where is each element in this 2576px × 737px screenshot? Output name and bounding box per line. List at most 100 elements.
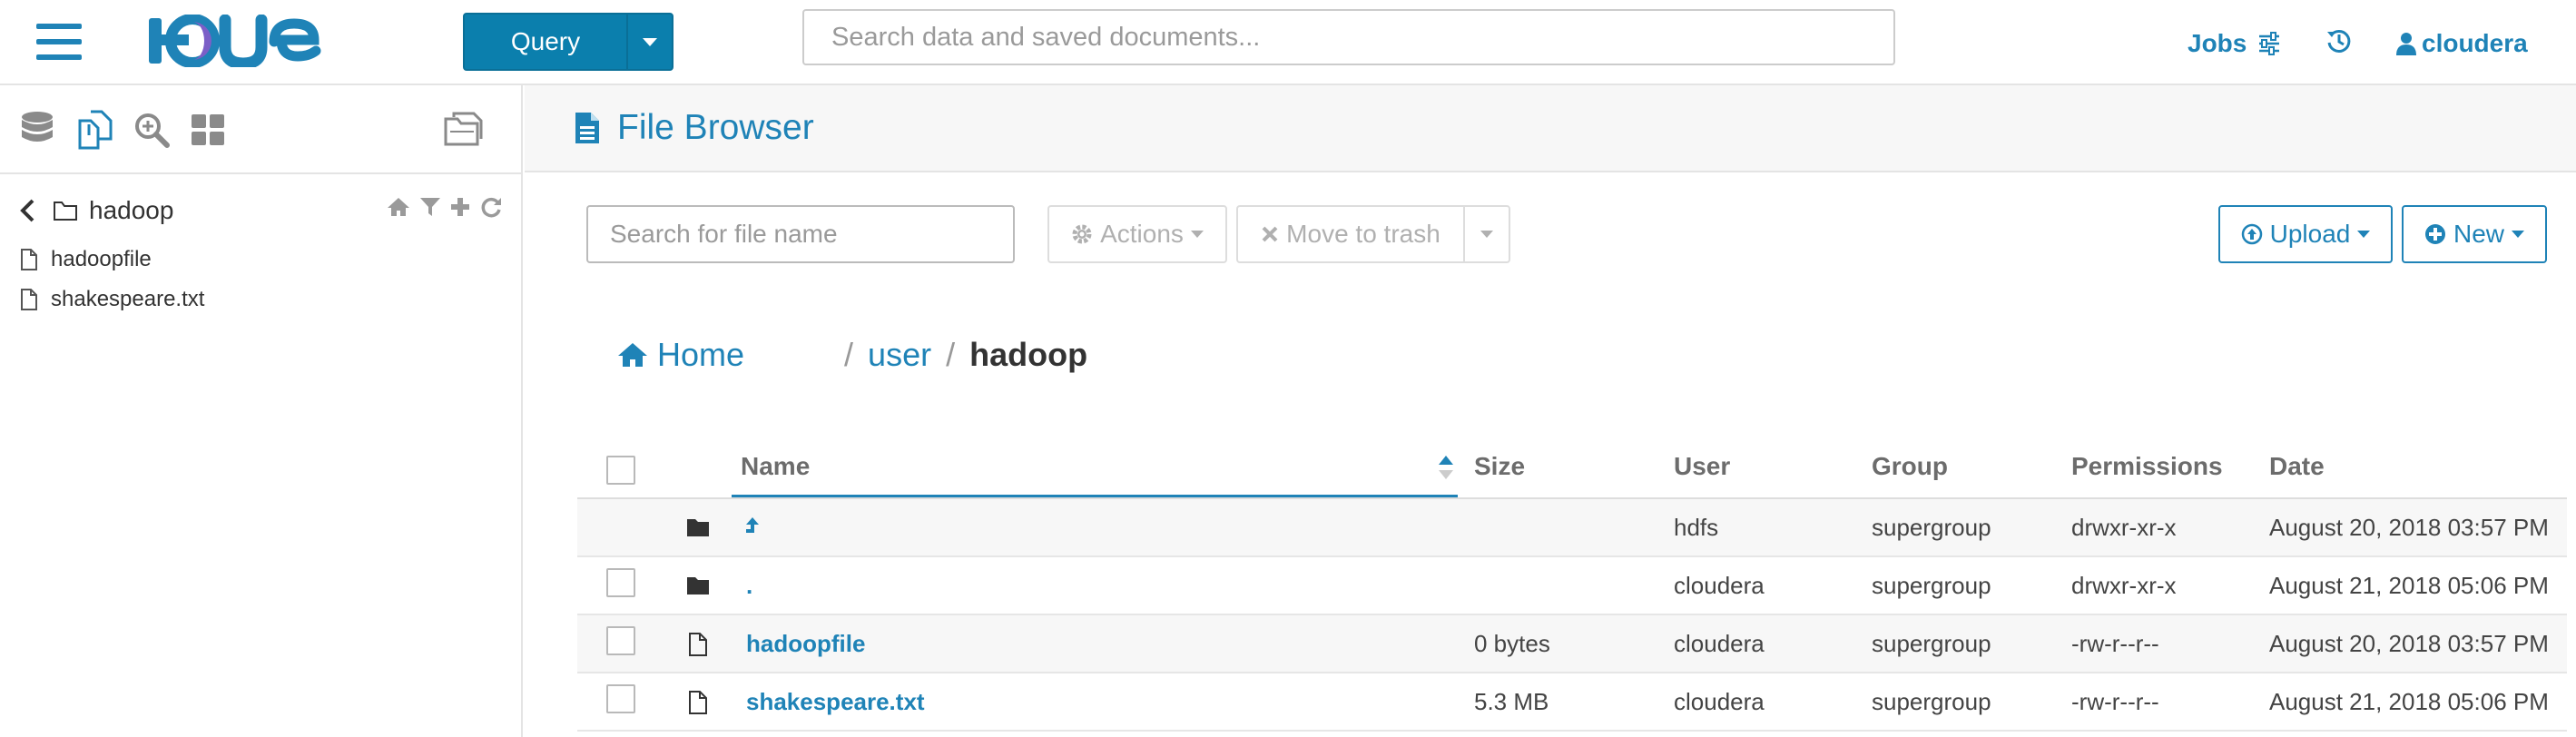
size-column-header[interactable]: Size <box>1474 452 1525 481</box>
assist-file-name: hadoopfile <box>51 247 152 271</box>
breadcrumb-separator: / <box>844 336 854 373</box>
open-folder-icon[interactable] <box>443 109 485 151</box>
file-search-input[interactable] <box>586 205 1015 263</box>
folder-icon <box>54 201 77 221</box>
assist-file-item[interactable]: hadoopfile <box>20 243 152 276</box>
row-permissions: drwxr-xr-x <box>2071 513 2177 541</box>
move-to-trash-button[interactable]: Move to trash <box>1236 205 1465 263</box>
name-column-label: Name <box>741 452 811 480</box>
new-label: New <box>2453 220 2504 248</box>
assist-file-item[interactable]: shakespeare.txt <box>20 283 204 316</box>
assist-path-tools <box>387 196 503 218</box>
row-permissions: drwxr-xr-x <box>2071 571 2177 599</box>
row-checkbox[interactable] <box>606 684 635 713</box>
chevron-left-icon[interactable] <box>18 198 36 223</box>
row-group: supergroup <box>1872 513 1991 541</box>
parent-directory-link[interactable] <box>744 499 761 555</box>
row-permissions: -rw-r--r-- <box>2071 629 2159 657</box>
table-row[interactable]: hdfs supergroup drwxr-xr-x August 20, 20… <box>577 499 2567 557</box>
row-size: 5.3 MB <box>1474 687 1549 715</box>
global-search-input[interactable] <box>802 9 1895 65</box>
folder-icon <box>687 577 709 595</box>
row-name[interactable]: hadoopfile <box>746 615 865 672</box>
chevron-down-icon <box>2512 231 2524 238</box>
top-navigation-bar: Query Jobs cloudera <box>0 0 2576 85</box>
row-user: cloudera <box>1674 687 1765 715</box>
page-title: File Browser <box>574 105 814 151</box>
user-icon <box>2396 33 2416 55</box>
left-assist-panel: hadoop hadoopfile shakespeare.txt <box>0 85 523 737</box>
query-button[interactable]: Query <box>463 13 673 71</box>
trash-dropdown-toggle[interactable] <box>1463 205 1510 263</box>
row-date: August 21, 2018 05:06 PM <box>2269 687 2549 715</box>
filter-icon[interactable] <box>419 196 441 218</box>
chevron-down-icon <box>2357 231 2371 238</box>
database-icon[interactable] <box>16 109 58 151</box>
jobs-button[interactable]: Jobs <box>2188 25 2281 62</box>
breadcrumb-user[interactable]: user <box>868 336 931 374</box>
row-group: supergroup <box>1872 687 1991 715</box>
document-icon <box>575 113 599 143</box>
row-checkbox[interactable] <box>606 626 635 655</box>
table-row[interactable]: . cloudera supergroup drwxr-xr-x August … <box>577 557 2567 615</box>
row-user: hdfs <box>1674 513 1719 541</box>
level-up-icon <box>746 517 759 533</box>
actions-label: Actions <box>1100 220 1184 248</box>
name-column-header[interactable]: Name <box>732 436 1458 497</box>
actions-button[interactable]: Actions <box>1047 205 1227 263</box>
page-title-text: File Browser <box>617 108 814 147</box>
row-date: August 20, 2018 03:57 PM <box>2269 629 2549 657</box>
breadcrumb: Home / user / hadoop <box>617 332 1087 378</box>
zoom-in-icon[interactable] <box>131 109 172 151</box>
breadcrumb-separator: / <box>946 336 956 373</box>
upload-button[interactable]: Upload <box>2218 205 2393 263</box>
sort-ascending-icon <box>1439 456 1453 479</box>
user-menu[interactable]: cloudera <box>2396 25 2528 62</box>
plus-icon[interactable] <box>450 196 470 218</box>
move-to-trash-label: Move to trash <box>1286 220 1440 248</box>
date-column-header[interactable]: Date <box>2269 452 2325 481</box>
hamburger-menu-icon[interactable] <box>36 22 82 62</box>
row-checkbox[interactable] <box>606 568 635 597</box>
row-group: supergroup <box>1872 571 1991 599</box>
row-user: cloudera <box>1674 571 1765 599</box>
table-header: Name Size User Group Permissions Date <box>577 436 2567 499</box>
assist-file-name: shakespeare.txt <box>51 287 205 311</box>
query-button-label[interactable]: Query <box>465 15 628 69</box>
folder-icon <box>687 519 709 536</box>
files-icon[interactable] <box>74 109 116 151</box>
user-name: cloudera <box>2422 29 2528 57</box>
row-name[interactable]: . <box>746 557 752 614</box>
jobs-label: Jobs <box>2188 29 2247 57</box>
table-row[interactable]: shakespeare.txt 5.3 MB cloudera supergro… <box>577 673 2567 732</box>
breadcrumb-current[interactable]: hadoop <box>969 336 1087 374</box>
history-icon[interactable] <box>2325 27 2353 54</box>
group-column-header[interactable]: Group <box>1872 452 1948 481</box>
select-all-checkbox[interactable] <box>606 456 635 485</box>
assist-panel-tabs <box>0 85 521 174</box>
hue-logo[interactable] <box>145 14 327 70</box>
user-column-header[interactable]: User <box>1674 452 1730 481</box>
refresh-icon[interactable] <box>479 196 503 218</box>
main-header <box>525 85 2576 172</box>
row-date: August 20, 2018 03:57 PM <box>2269 513 2549 541</box>
dashboard-grid-icon[interactable] <box>187 109 229 151</box>
home-icon[interactable] <box>387 196 410 218</box>
upload-label: Upload <box>2269 220 2351 248</box>
row-group: supergroup <box>1872 629 1991 657</box>
plus-circle-icon <box>2424 224 2445 244</box>
row-permissions: -rw-r--r-- <box>2071 687 2159 715</box>
close-icon <box>1262 226 1278 242</box>
row-user: cloudera <box>1674 629 1765 657</box>
file-icon <box>689 633 707 656</box>
chevron-down-icon <box>1480 231 1493 238</box>
table-row[interactable]: hadoopfile 0 bytes cloudera supergroup -… <box>577 615 2567 673</box>
row-name[interactable]: shakespeare.txt <box>746 673 925 730</box>
file-icon <box>21 249 37 270</box>
sliders-icon <box>2259 32 2280 55</box>
new-button[interactable]: New <box>2402 205 2547 263</box>
query-dropdown-toggle[interactable] <box>628 15 672 69</box>
row-size: 0 bytes <box>1474 629 1550 657</box>
permissions-column-header[interactable]: Permissions <box>2071 452 2223 481</box>
breadcrumb-home[interactable]: Home <box>617 336 744 374</box>
